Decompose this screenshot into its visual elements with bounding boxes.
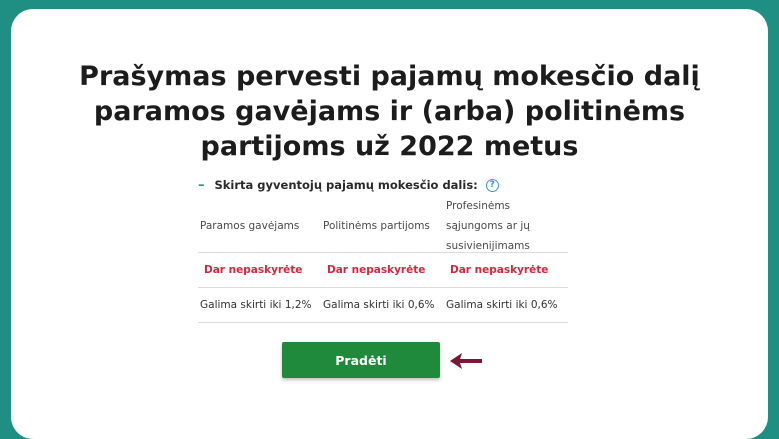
column-header-political-parties: Politinėms partijoms — [323, 220, 430, 232]
allocation-table: Paramos gavėjams Politinėms partijoms Pr… — [198, 200, 568, 323]
table-header-row: Paramos gavėjams Politinėms partijoms Pr… — [198, 200, 568, 253]
start-button[interactable]: Pradėti — [282, 342, 440, 378]
page-title-line-1: Prašymas pervesti pajamų mokesčio dalį — [79, 61, 700, 92]
status-political-parties: Dar nepaskyrėte — [327, 264, 426, 276]
column-header-trade-unions: Profesinėms sąjungoms ar jų susivienijim… — [446, 200, 530, 252]
status-support-recipients: Dar nepaskyrėte — [204, 264, 303, 276]
page-title-line-3: partijoms už 2022 metus — [200, 131, 579, 162]
table-row-limits: Galima skirti iki 1,2% Galima skirti iki… — [198, 288, 568, 323]
page-title: Prašymas pervesti pajamų mokesčio dalį p… — [11, 59, 768, 164]
question-mark-icon[interactable]: ? — [485, 178, 499, 192]
section-header[interactable]: – Skirta gyventojų pajamų mokesčio dalis… — [198, 174, 568, 196]
section-title: Skirta gyventojų pajamų mokesčio dalis: — [214, 178, 478, 192]
column-header-support-recipients: Paramos gavėjams — [200, 220, 300, 232]
limit-political-parties: Galima skirti iki 0,6% — [323, 299, 435, 311]
status-trade-unions: Dar nepaskyrėte — [450, 264, 549, 276]
arrow-left-icon — [450, 353, 482, 369]
limit-support-recipients: Galima skirti iki 1,2% — [200, 299, 312, 311]
page-title-line-2: paramos gavėjams ir (arba) politinėms — [93, 96, 686, 127]
limit-trade-unions: Galima skirti iki 0,6% — [446, 299, 558, 311]
tax-allocation-section: – Skirta gyventojų pajamų mokesčio dalis… — [198, 174, 568, 323]
minus-icon[interactable]: – — [198, 178, 205, 193]
table-row-status: Dar nepaskyrėte Dar nepaskyrėte Dar nepa… — [198, 253, 568, 288]
